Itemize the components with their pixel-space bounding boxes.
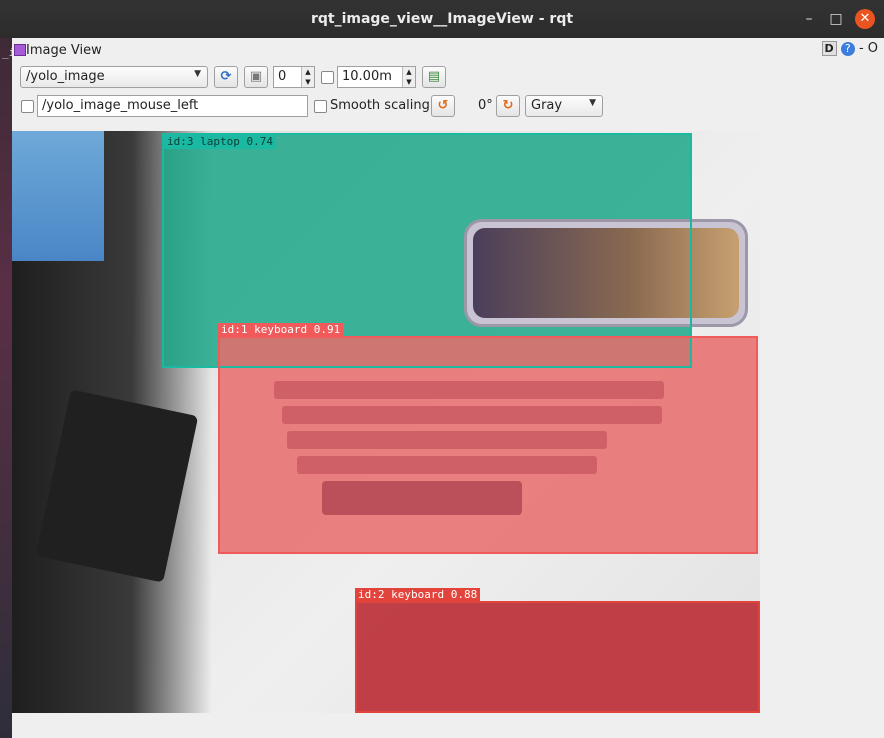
- chevron-down-icon: ▼: [589, 98, 596, 108]
- maximize-button[interactable]: □: [826, 9, 846, 29]
- detection-box-keyboard-1: id:1 keyboard 0.91: [218, 323, 758, 554]
- minimize-button[interactable]: –: [799, 9, 819, 29]
- dock-d-button[interactable]: D: [821, 41, 837, 56]
- color-mode-select[interactable]: Gray ▼: [525, 95, 603, 117]
- smooth-scaling-label: Smooth scaling: [330, 98, 430, 113]
- help-icon[interactable]: ?: [840, 42, 855, 56]
- smooth-scaling-checkbox[interactable]: [314, 100, 327, 113]
- number-spinbox-value: 0: [278, 69, 287, 84]
- mouse-topic-input[interactable]: /yolo_image_mouse_left: [37, 95, 308, 117]
- detection-label: id:1 keyboard 0.91: [218, 323, 344, 337]
- detection-label: id:3 laptop 0.74: [164, 135, 276, 149]
- rotate-left-icon: ↺: [437, 98, 449, 113]
- detection-label: id:2 keyboard 0.88: [355, 588, 481, 602]
- save-icon: ▤: [427, 69, 441, 84]
- save-image-button[interactable]: ▤: [422, 66, 446, 88]
- dock-title: Image View: [26, 43, 102, 58]
- rotate-right-button[interactable]: ↻: [496, 95, 520, 117]
- rotate-right-icon: ↻: [502, 98, 514, 113]
- timeout-spinbox[interactable]: 10.00m ▲ ▼: [337, 66, 416, 88]
- detection-box-keyboard-2: id:2 keyboard 0.88: [355, 588, 760, 713]
- rotate-left-button[interactable]: ↺: [431, 95, 455, 117]
- plugin-icon: [14, 44, 26, 56]
- topic-select[interactable]: /yolo_image ▼: [20, 66, 208, 88]
- snapshot-icon: ▣: [249, 69, 263, 84]
- refresh-button[interactable]: ⟳: [214, 66, 238, 88]
- desktop-background: _i: [0, 0, 15, 738]
- dock-controls: D ? - O: [821, 41, 878, 56]
- mouse-publish-checkbox[interactable]: [21, 100, 34, 113]
- canvas-margin: [760, 131, 884, 713]
- window-title: rqt_image_view__ImageView - rqt: [310, 11, 574, 27]
- close-button[interactable]: ✕: [855, 9, 875, 29]
- topic-select-value: /yolo_image: [26, 69, 105, 84]
- timeout-checkbox[interactable]: [321, 71, 334, 84]
- rotation-label: 0°: [478, 98, 493, 113]
- dock-tail[interactable]: - O: [859, 41, 878, 56]
- mouse-topic-value: /yolo_image_mouse_left: [42, 98, 199, 113]
- chevron-down-icon: ▼: [194, 69, 201, 79]
- number-spinbox[interactable]: 0 ▲ ▼: [273, 66, 315, 88]
- window-titlebar[interactable]: rqt_image_view__ImageView - rqt – □ ✕: [0, 0, 884, 38]
- image-canvas[interactable]: id:3 laptop 0.74 id:1 keyboard 0.91 id:2…: [12, 131, 760, 713]
- color-mode-value: Gray: [531, 98, 563, 113]
- timeout-spinbox-value: 10.00m: [342, 69, 392, 84]
- spin-arrows-icon[interactable]: ▲ ▼: [402, 67, 415, 87]
- refresh-icon: ⟳: [220, 69, 232, 84]
- tissue-box: [12, 131, 104, 261]
- snapshot-button[interactable]: ▣: [244, 66, 268, 88]
- spin-arrows-icon[interactable]: ▲ ▼: [301, 67, 314, 87]
